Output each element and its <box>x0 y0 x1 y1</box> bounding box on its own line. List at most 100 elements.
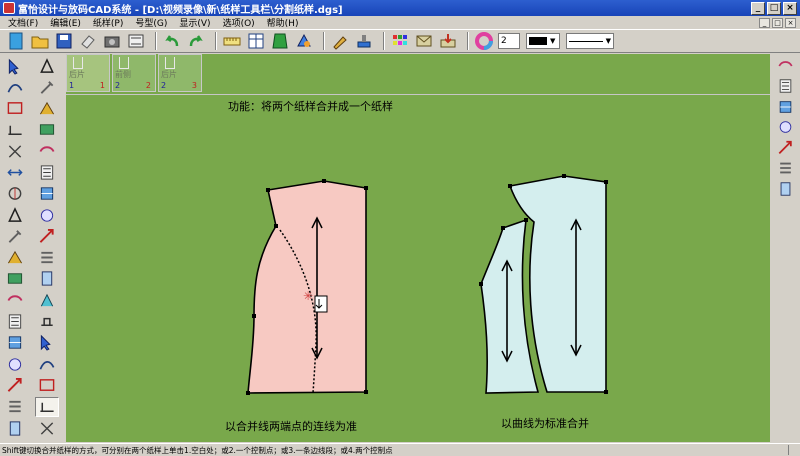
leftbar2-tool-8[interactable] <box>35 205 59 225</box>
redo-button[interactable] <box>186 31 206 51</box>
rightbar-tool-5[interactable] <box>774 138 796 157</box>
rightbar-tool-2[interactable] <box>774 77 796 96</box>
leftbar2-tool-10[interactable] <box>35 248 59 268</box>
brush-button[interactable] <box>330 31 350 51</box>
leftbar2-tool-11[interactable] <box>35 269 59 289</box>
menu-options[interactable]: 选项(O) <box>217 16 261 29</box>
leftbar2-tool-15[interactable] <box>35 354 59 374</box>
leftbar1-tool-8[interactable] <box>3 205 27 225</box>
undo-button[interactable] <box>162 31 182 51</box>
line-width-input[interactable]: 2 <box>498 33 520 49</box>
chevron-down-icon: ▼ <box>550 37 556 45</box>
palette-button[interactable] <box>390 31 410 51</box>
envelope-button[interactable] <box>414 31 434 51</box>
tool-icon <box>39 101 55 115</box>
rightbar-tool-7[interactable] <box>774 179 796 198</box>
leftbar1-tool-14[interactable] <box>3 333 27 353</box>
tool-icon <box>8 206 22 222</box>
line-color-select[interactable]: ▼ <box>526 33 560 49</box>
leftbar2-tool-2[interactable] <box>35 77 59 97</box>
leftbar1-tool-9[interactable] <box>3 226 27 246</box>
leftbar2-tool-16[interactable] <box>35 375 59 395</box>
leftbar1-tool-17[interactable] <box>3 397 27 417</box>
resize-grip[interactable] <box>788 445 800 455</box>
function-description: 功能：将两个纸样合并成一个纸样 <box>228 100 393 113</box>
leftbar2-tool-18[interactable] <box>35 418 59 438</box>
leftbar1-tool-1[interactable] <box>3 56 27 76</box>
stamp-button[interactable] <box>354 31 374 51</box>
work-canvas[interactable]: 后片 1 1 前侧 2 2 后片 2 3 ✳ 功能：将两个纸样合并成一个纸样 以… <box>66 54 770 442</box>
open-file-button[interactable] <box>30 31 50 51</box>
caption-left: 以合并线两端点的连线为准 <box>225 420 357 433</box>
menu-edit[interactable]: 编辑(E) <box>44 16 87 29</box>
pattern-piece-button[interactable] <box>270 31 290 51</box>
menu-help[interactable]: 帮助(H) <box>261 16 305 29</box>
save-button[interactable] <box>54 31 74 51</box>
leftbar1-tool-2[interactable] <box>3 77 27 97</box>
rightbar-tool-3[interactable] <box>774 97 796 116</box>
title-bar: 富怡设计与放码CAD系统 - [D:\视频录像\新\纸样工具栏\分割纸样.dgs… <box>0 0 800 16</box>
menu-bar: 文档(F) 编辑(E) 纸样(P) 号型(G) 显示(V) 选项(O) 帮助(H… <box>0 16 800 29</box>
minimize-button[interactable]: _ <box>751 1 765 15</box>
pattern-table-button[interactable] <box>246 31 266 51</box>
color-wheel-button[interactable] <box>474 31 494 51</box>
leftbar1-tool-6[interactable] <box>3 162 27 182</box>
style-info-button[interactable] <box>294 31 314 51</box>
leftbar2-tool-12[interactable] <box>35 290 59 310</box>
menu-view[interactable]: 显示(V) <box>173 16 216 29</box>
plotter-button[interactable] <box>126 31 146 51</box>
leftbar2-tool-9[interactable] <box>35 226 59 246</box>
new-file-button[interactable] <box>6 31 26 51</box>
import-button[interactable] <box>438 31 458 51</box>
leftbar1-tool-4[interactable] <box>3 120 27 140</box>
maximize-button[interactable]: □ <box>767 1 781 15</box>
leftbar1-tool-16[interactable] <box>3 375 27 395</box>
tool-icon <box>8 145 22 158</box>
undo-icon <box>165 35 179 47</box>
rightbar-tool-6[interactable] <box>774 159 796 178</box>
tool-icon <box>777 60 793 66</box>
leftbar1-tool-5[interactable] <box>3 141 27 161</box>
rightbar-tool-4[interactable] <box>774 118 796 137</box>
menu-file[interactable]: 文档(F) <box>2 16 44 29</box>
line-style-select[interactable]: ▼ <box>566 33 614 49</box>
grading-table-button[interactable] <box>222 31 242 51</box>
leftbar2-tool-13[interactable] <box>35 312 59 332</box>
leftbar2-tool-5[interactable] <box>35 141 59 161</box>
leftbar2-tool-3[interactable] <box>35 99 59 119</box>
leftbar1-tool-13[interactable] <box>3 312 27 332</box>
menu-pattern[interactable]: 纸样(P) <box>87 16 129 29</box>
close-button[interactable]: × <box>783 1 797 15</box>
leftbar2-tool-7[interactable] <box>35 184 59 204</box>
tool-icon <box>8 187 22 201</box>
leftbar1-tool-10[interactable] <box>3 248 27 268</box>
tool-icon <box>8 358 22 371</box>
rightbar-tool-1[interactable] <box>774 56 796 75</box>
leftbar1-tool-12[interactable] <box>3 290 27 310</box>
leftbar2-tool-14[interactable] <box>35 333 59 353</box>
mdi-restore-button[interactable]: □ <box>772 17 783 28</box>
leftbar2-tool-4[interactable] <box>35 120 59 140</box>
leftbar2-tool-6[interactable] <box>35 162 59 182</box>
mdi-minimize-button[interactable]: _ <box>759 17 770 28</box>
mdi-close-button[interactable]: × <box>785 17 796 28</box>
cut-button[interactable] <box>78 31 98 51</box>
menu-size[interactable]: 号型(G) <box>129 16 173 29</box>
camera-button[interactable] <box>102 31 122 51</box>
stamp-icon <box>357 35 371 48</box>
status-bar: Shift键切换合并纸样的方式，可分别在两个纸样上单击1.空白处；或2.一个控制… <box>0 443 800 456</box>
leftbar1-tool-15[interactable] <box>3 354 27 374</box>
tool-icon <box>40 165 54 180</box>
leftbar1-tool-18[interactable] <box>3 418 27 438</box>
leftbar2-tool-1[interactable] <box>35 56 59 76</box>
tool-icon <box>779 100 791 113</box>
leftbar1-tool-3[interactable] <box>3 99 27 119</box>
tool-icon <box>39 360 55 370</box>
leftbar1-tool-11[interactable] <box>3 269 27 289</box>
cursor-star-icon: ✳ <box>303 289 313 303</box>
save-disk-icon <box>56 33 72 49</box>
app-icon <box>3 2 15 14</box>
leftbar1-tool-7[interactable] <box>3 184 27 204</box>
tool-icon <box>7 102 23 115</box>
leftbar2-tool-17[interactable] <box>35 396 59 417</box>
